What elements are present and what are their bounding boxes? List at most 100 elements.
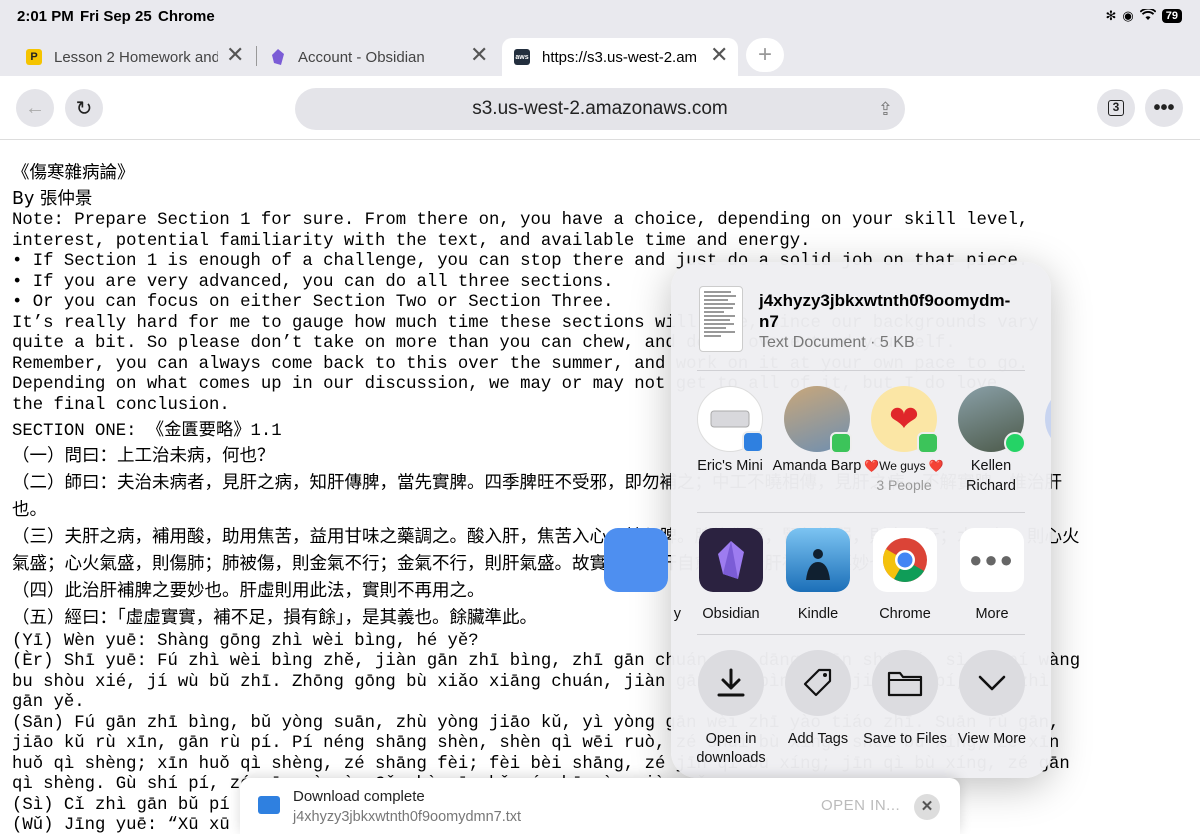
tab-lesson-homework[interactable]: P Lesson 2 Homework and ✕ <box>26 38 254 76</box>
tab-close-icon[interactable]: ✕ <box>470 42 488 68</box>
download-title: Download complete <box>293 788 425 805</box>
wifi-icon <box>1139 7 1157 24</box>
ellipsis-icon: ••• <box>1153 96 1175 119</box>
address-bar[interactable]: s3.us-west-2.amazonaws.com ⇪ <box>295 88 905 130</box>
tab-separator <box>256 46 257 66</box>
action-label: Open in downloads <box>696 731 766 766</box>
status-app-name: Chrome <box>158 8 215 25</box>
action-label: Save to Files <box>863 731 947 747</box>
status-icons: ✻ ◉ 79 <box>1105 7 1182 24</box>
share-target-label: Amanda Barp <box>772 458 862 474</box>
app-label: Kindle <box>797 606 839 622</box>
avatar <box>958 386 1026 454</box>
airdrop-icon <box>742 431 764 453</box>
tab-strip: P Lesson 2 Homework and ✕ Account - Obsi… <box>0 34 1200 76</box>
app-more[interactable]: ●●● More <box>947 528 1037 622</box>
open-in-downloads-button[interactable]: Open in downloads <box>686 650 776 768</box>
share-target-erics-mini[interactable]: Eric's Mini <box>685 386 775 476</box>
text-line: interest, potential familiarity with the… <box>12 231 811 251</box>
browser-toolbar: ← ↻ s3.us-west-2.amazonaws.com ⇪ 3 ••• <box>0 76 1200 140</box>
folder-icon <box>872 650 938 716</box>
tab-close-icon[interactable]: ✕ <box>710 42 728 68</box>
app-chrome[interactable]: Chrome <box>860 528 950 622</box>
people-row: Eric's Mini Amanda Barp ❤ ❤️We guys ❤️ 3… <box>671 386 1051 496</box>
shared-file-meta: Text Document · 5 KB <box>759 334 915 351</box>
text-line: By 張仲景 <box>12 189 93 209</box>
view-more-button[interactable]: View More <box>947 650 1037 749</box>
back-button[interactable]: ← <box>16 89 54 127</box>
url-text: s3.us-west-2.amazonaws.com <box>472 98 728 119</box>
status-date: Fri Sep 25 <box>80 8 152 25</box>
share-target-sublabel: 3 People <box>876 477 932 493</box>
tab-switcher-button[interactable]: 3 <box>1097 89 1135 127</box>
download-banner: Download complete j4xhyzy3jbkxwtnth0f9oo… <box>240 778 960 834</box>
download-icon <box>698 650 764 716</box>
actions-row: Open in downloads Add Tags Save to Files… <box>671 650 1051 766</box>
more-menu-button[interactable]: ••• <box>1145 89 1183 127</box>
app-obsidian[interactable]: Obsidian <box>686 528 776 622</box>
heart-icon: ❤ <box>871 386 939 454</box>
shared-file-name: j4xhyzy3jbkxwtnth0f9oomydm-n7 <box>759 291 1011 331</box>
focus-icon: ✻ <box>1105 8 1117 23</box>
share-icon[interactable]: ⇪ <box>878 88 893 130</box>
text-line: Note: Prepare Section 1 for sure. From t… <box>12 211 1029 230</box>
action-label: View More <box>957 731 1027 747</box>
files-folder-icon <box>258 796 280 814</box>
chevron-down-icon <box>959 650 1025 716</box>
document-thumbnail <box>699 286 743 352</box>
divider <box>697 512 1025 513</box>
orientation-lock-icon: ◉ <box>1122 8 1134 23</box>
share-target-we-guys[interactable]: ❤ ❤️We guys ❤️ 3 People <box>859 386 949 494</box>
share-target-label: ❤️We guys ❤️ <box>864 459 944 473</box>
plus-icon: + <box>757 41 772 68</box>
tab-title: https://s3.us-west-2.am <box>542 48 698 66</box>
more-dots-icon: ●●● <box>960 528 1024 592</box>
app-partial[interactable]: y <box>591 528 681 622</box>
tab-title: Lesson 2 Homework and <box>54 48 218 66</box>
computer-icon <box>697 386 764 453</box>
tab-account-obsidian[interactable]: Account - Obsidian ✕ <box>270 38 498 76</box>
tab-close-icon[interactable]: ✕ <box>226 42 244 68</box>
apps-row: y Obsidian Kindle Chrome ●●● More <box>604 528 1051 628</box>
obsidian-icon <box>699 528 763 592</box>
share-target-partial[interactable] <box>1033 386 1051 452</box>
status-time: 2:01 PM <box>17 8 74 25</box>
status-bar: 2:01 PM Fri Sep 25 Chrome ✻ ◉ 79 <box>0 0 1200 34</box>
app-kindle[interactable]: Kindle <box>773 528 863 622</box>
close-icon[interactable]: ✕ <box>914 794 940 820</box>
save-to-files-button[interactable]: Save to Files <box>860 650 950 749</box>
app-icon <box>604 528 668 592</box>
avatar <box>784 386 852 454</box>
aws-favicon-icon: aws <box>514 49 530 65</box>
divider <box>697 370 1025 371</box>
download-file-name: j4xhyzy3jbkxwtnth0f9oomydmn7.txt <box>293 809 522 825</box>
chrome-icon <box>873 528 937 592</box>
share-target-kellen-richard[interactable]: Kellen Richard <box>946 386 1036 496</box>
open-in-button[interactable]: OPEN IN... <box>821 797 900 814</box>
messages-icon <box>917 432 939 454</box>
kindle-icon <box>786 528 850 592</box>
whatsapp-icon <box>1004 432 1026 454</box>
divider <box>697 634 1025 635</box>
new-tab-button[interactable]: + <box>746 38 784 72</box>
share-target-label: Kellen Richard <box>966 458 1016 494</box>
app-label: y <box>673 606 681 622</box>
share-target-amanda-barp[interactable]: Amanda Barp <box>772 386 862 476</box>
tag-icon <box>785 650 851 716</box>
reload-button[interactable]: ↻ <box>65 89 103 127</box>
share-sheet: j4xhyzy3jbkxwtnth0f9oomydm-n7 Text Docum… <box>604 262 1051 778</box>
lesson-favicon-icon: P <box>26 49 42 65</box>
app-label: More <box>975 606 1009 622</box>
app-label: Obsidian <box>702 606 760 622</box>
reload-icon: ↻ <box>75 97 93 120</box>
messages-icon <box>830 432 852 454</box>
tab-count: 3 <box>1108 100 1124 116</box>
tab-s3-active[interactable]: aws https://s3.us-west-2.am ✕ <box>502 38 738 76</box>
battery-indicator: 79 <box>1161 9 1182 23</box>
app-label: Chrome <box>879 606 931 622</box>
avatar <box>1045 386 1051 452</box>
text-line: 《傷寒雜病論》 <box>12 163 135 183</box>
obsidian-favicon-icon <box>270 49 286 65</box>
share-target-label: Eric's Mini <box>697 458 763 474</box>
add-tags-button[interactable]: Add Tags <box>773 650 863 749</box>
